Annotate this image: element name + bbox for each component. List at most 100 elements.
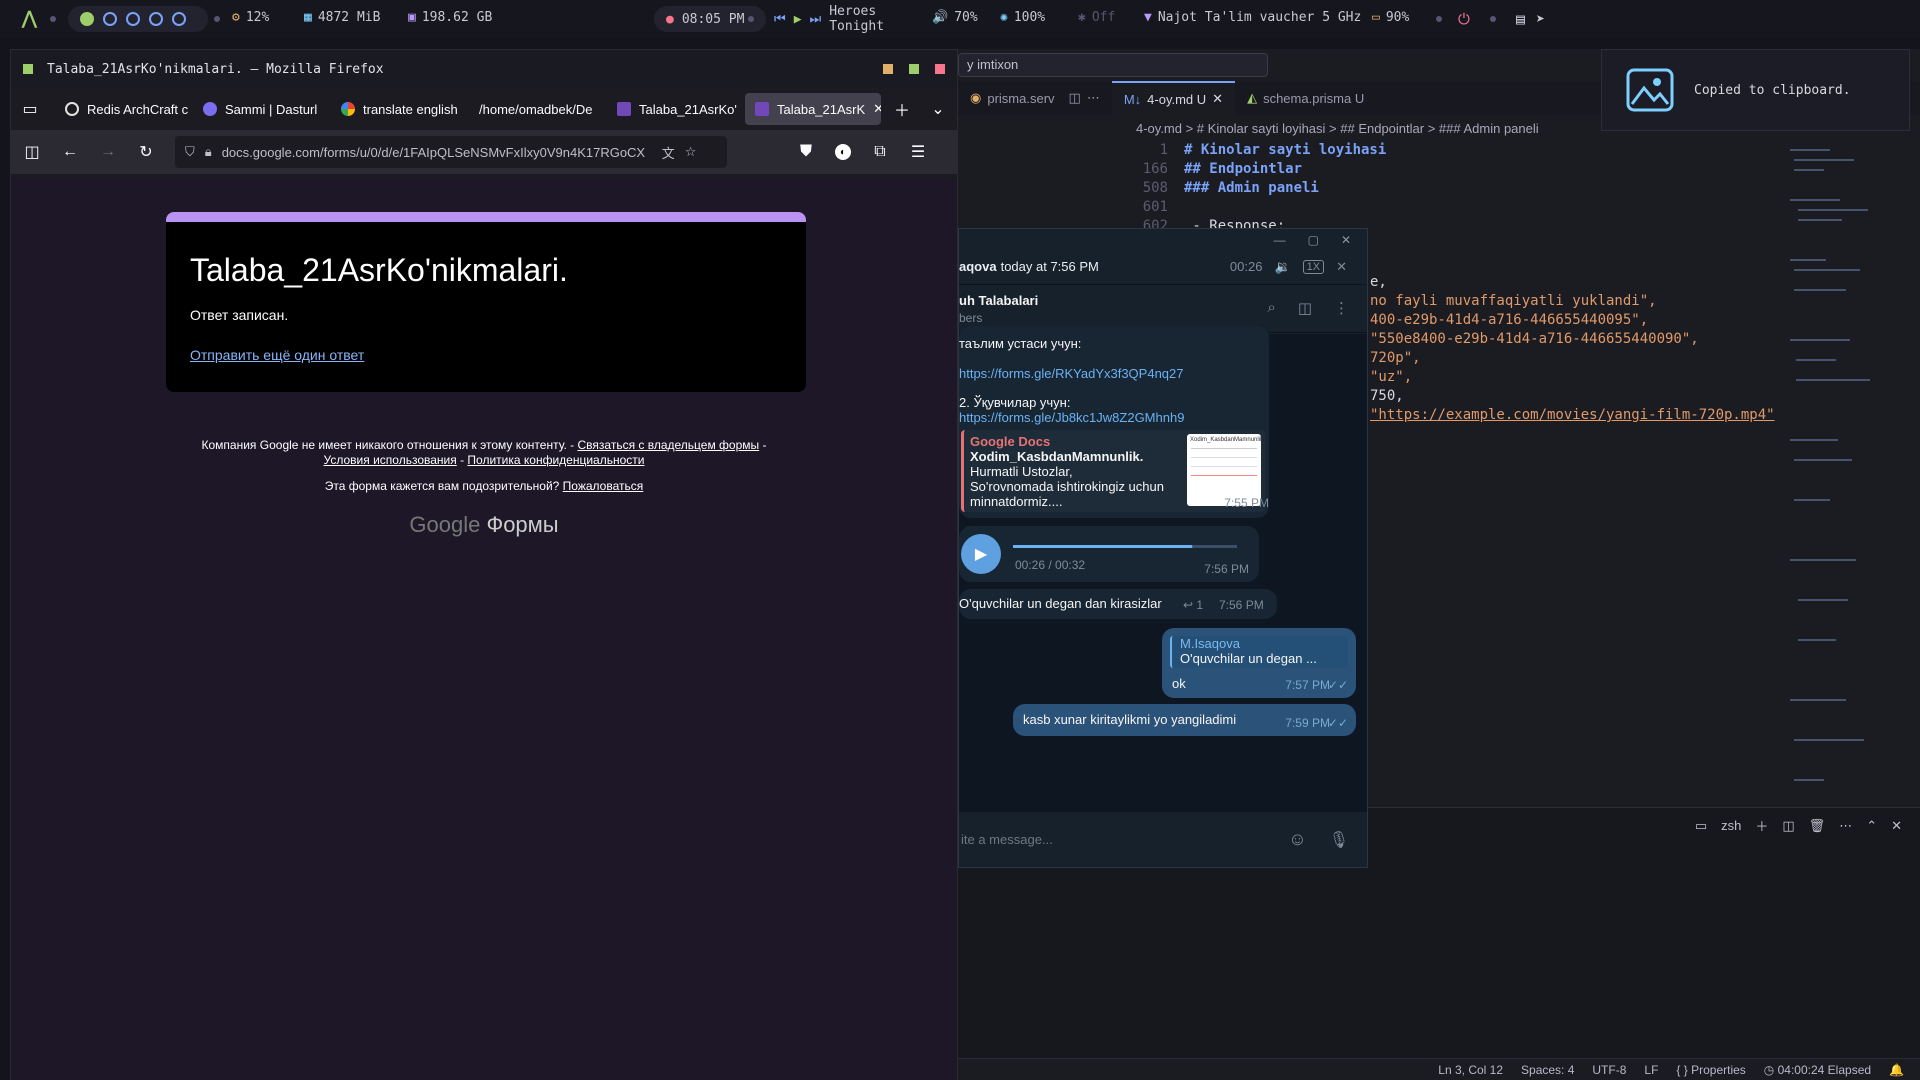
message-input[interactable]: ite a message... [959, 832, 1053, 847]
telegram-tray-icon[interactable]: ➤ [1536, 10, 1545, 28]
message-ok[interactable]: M.Isaqova O'quvchilar un degan ... ok 7:… [1162, 628, 1356, 698]
close-button[interactable] [935, 64, 945, 74]
volume-indicator[interactable]: 🔊 70% [932, 10, 978, 25]
split-terminal-icon[interactable]: ◫ [1782, 818, 1794, 834]
workspace-switcher [68, 6, 208, 32]
tab-schema-prisma[interactable]: ◭ schema.prisma U [1235, 81, 1376, 115]
close-player-icon[interactable]: ✕ [1336, 259, 1347, 275]
message-forms[interactable]: таълим устаси учун: https://forms.gle/RK… [959, 326, 1269, 518]
sidebar-icon[interactable]: ◫ [23, 143, 41, 161]
volume-icon[interactable]: 🔉 [1274, 259, 1290, 275]
tab-translate[interactable]: translate english [331, 93, 467, 125]
encoding[interactable]: UTF-8 [1592, 1063, 1626, 1077]
more-actions-icon[interactable]: ⋯ [1087, 90, 1100, 106]
bookmark-star-icon[interactable]: ☆ [685, 144, 697, 160]
message-kasb[interactable]: kasb xunar kiritaylikmi yo yangiladimi 7… [1013, 704, 1356, 736]
firefox-view-icon[interactable]: ▭ [21, 100, 39, 118]
split-editor-icon[interactable]: ◫ [1069, 90, 1081, 106]
brightness-indicator[interactable]: ✺ 100% [1000, 10, 1045, 25]
voice-message[interactable]: ▶ 00:26 / 00:32 7:56 PM [959, 526, 1259, 582]
minimap[interactable] [1790, 139, 1880, 819]
notifications-icon[interactable]: 🔔 [1889, 1063, 1904, 1077]
submit-another-response-link[interactable]: Отправить ещё один ответ [190, 347, 782, 363]
tab-prisma-service[interactable]: ◉ prisma.serv ◫ ⋯ [958, 81, 1112, 115]
extensions-icon[interactable]: ⧉ [871, 143, 889, 161]
form-link-2[interactable]: https://forms.gle/Jb8kc1Jw8Z2GMhnh9 [959, 410, 1184, 425]
reply-quote[interactable]: M.Isaqova O'quvchilar un degan ... [1170, 636, 1348, 668]
next-track-icon[interactable]: ⏭ [810, 12, 822, 27]
arch-logo-icon[interactable]: ⋀ [22, 8, 37, 29]
tab-sammi[interactable]: Sammi | Dasturl [193, 93, 329, 125]
google-forms-logo[interactable]: Google Формы [11, 512, 957, 538]
sidebar-toggle-icon[interactable]: ◫ [1298, 299, 1312, 317]
command-center-search[interactable]: y imtixon [958, 53, 1268, 77]
maximize-icon[interactable]: ▢ [1308, 233, 1319, 247]
clipboard-icon[interactable]: ▤ [1516, 10, 1525, 28]
tab-form-1[interactable]: Talaba_21AsrKo' [607, 93, 743, 125]
account-avatar[interactable]: ◐ [835, 144, 851, 160]
timer-item[interactable]: ◷ 04:00:24 Elapsed [1764, 1063, 1871, 1077]
maximize-button[interactable] [909, 64, 919, 74]
breadcrumb[interactable]: 4-oy.md > # Kinolar sayti loyihasi > ## … [1136, 121, 1539, 136]
contact-owner-link[interactable]: Связаться с владельцем формы [578, 438, 760, 452]
shield-icon[interactable]: ⛉ [185, 144, 195, 160]
close-tab-icon[interactable]: ✕ [873, 101, 881, 117]
emoji-icon[interactable]: ☺ [1288, 829, 1306, 850]
power-icon[interactable]: ⏻ [1458, 10, 1470, 28]
list-tabs-icon[interactable]: ⌄ [929, 100, 947, 118]
trash-icon[interactable]: 🗑 [1809, 818, 1826, 834]
terminal-shell-label[interactable]: zsh [1721, 818, 1741, 833]
workspace-3[interactable] [126, 12, 140, 26]
microphone-icon[interactable]: 🎙 [1329, 830, 1349, 850]
message-quvchilar[interactable]: O'quvchilar un degan dan kirasizlar ↩ 1 … [959, 589, 1277, 619]
translate-icon[interactable]: 文 [662, 143, 675, 162]
tab-redis[interactable]: Redis ArchCraft c [55, 93, 191, 125]
close-panel-icon[interactable]: ✕ [1891, 818, 1902, 834]
workspace-1[interactable] [80, 12, 94, 26]
workspace-2[interactable] [103, 12, 117, 26]
tab-local-file[interactable]: /home/omadbek/De [469, 93, 605, 125]
message-list[interactable]: таълим устаси учун: https://forms.gle/RK… [959, 326, 1367, 814]
play-icon[interactable]: ▶ [794, 12, 802, 27]
url-bar[interactable]: ⛉ 🔒︎ docs.google.com/forms/u/0/d/e/1FAIp… [175, 136, 727, 168]
clipboard-notification[interactable]: Copied to clipboard. [1601, 49, 1910, 131]
lock-icon[interactable]: 🔒︎ [205, 144, 212, 160]
forward-icon[interactable]: → [99, 143, 117, 161]
bluetooth-indicator[interactable]: ✱ Off [1078, 10, 1115, 25]
replies-indicator[interactable]: ↩ 1 [1183, 598, 1203, 612]
voice-waveform[interactable] [1013, 542, 1237, 552]
minimize-icon[interactable]: — [1274, 233, 1286, 247]
workspace-5[interactable] [172, 12, 186, 26]
tab-form-2[interactable]: Talaba_21AsrK ✕ [745, 93, 881, 125]
indentation[interactable]: Spaces: 4 [1521, 1063, 1574, 1077]
previous-track-icon[interactable]: ⏮ [774, 12, 786, 27]
search-icon[interactable]: ⌕ [1267, 299, 1275, 317]
more-icon[interactable]: ⋮ [1334, 299, 1349, 317]
thumbnail-rule [1191, 457, 1257, 458]
back-icon[interactable]: ← [61, 143, 79, 161]
add-terminal-icon[interactable]: ＋ [1755, 816, 1768, 835]
reload-icon[interactable]: ↻ [137, 143, 155, 161]
maximize-panel-icon[interactable]: ⌃ [1866, 818, 1877, 834]
pocket-icon[interactable]: ⛊ [797, 143, 815, 161]
cursor-position[interactable]: Ln 3, Col 12 [1438, 1063, 1503, 1077]
terms-link[interactable]: Условия использования [324, 453, 457, 467]
menu-icon[interactable]: ☰ [909, 143, 927, 161]
line-ending[interactable]: LF [1644, 1063, 1658, 1077]
playback-speed[interactable]: 1X [1302, 259, 1325, 274]
minimize-button[interactable] [883, 64, 893, 74]
code-editor[interactable]: 1 # Kinolar sayti loyihasi 166 ## Endpoint… [1128, 141, 1387, 236]
close-icon[interactable]: ✕ [1212, 91, 1223, 107]
play-button[interactable]: ▶ [961, 534, 1001, 574]
privacy-link[interactable]: Политика конфиденциальности [467, 453, 644, 467]
more-actions-icon[interactable]: ⋯ [1839, 818, 1852, 834]
close-icon[interactable]: ✕ [1341, 233, 1351, 247]
tab-4-oy-md[interactable]: M↓ 4-oy.md U ✕ [1111, 81, 1236, 115]
properties-item[interactable]: { } Properties [1676, 1063, 1745, 1077]
workspace-4[interactable] [149, 12, 163, 26]
wifi-indicator[interactable]: ▼ Najot Ta'lim vaucher 5 GHz [1144, 10, 1361, 25]
report-link[interactable]: Пожаловаться [563, 479, 644, 493]
new-tab-icon[interactable]: ＋ [893, 100, 911, 120]
form-link-1[interactable]: https://forms.gle/RKYadYx3f3QP4nq27 [959, 366, 1184, 381]
link-preview[interactable]: Google Docs Xodim_KasbdanMamnunlik. Hurm… [961, 430, 1265, 512]
